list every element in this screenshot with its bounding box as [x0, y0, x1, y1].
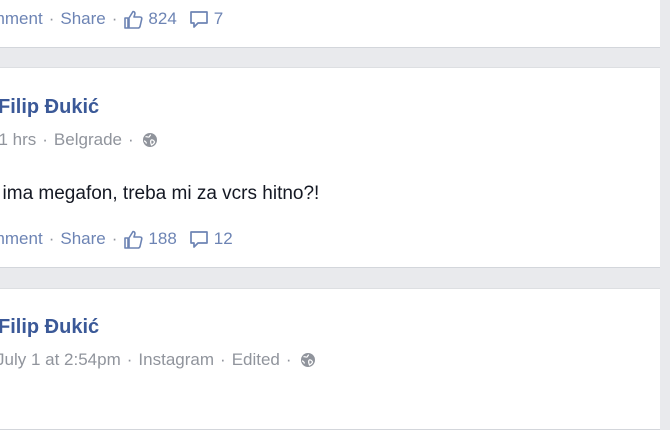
thumbs-up-icon — [124, 230, 143, 249]
separator: · — [126, 350, 133, 369]
comment-bubble-icon — [189, 230, 208, 248]
separator: · — [48, 9, 55, 28]
separator: · — [111, 229, 118, 248]
story-author[interactable]: Filip Đukić — [0, 96, 99, 119]
comment-link[interactable]: Comment — [0, 229, 43, 249]
story-author[interactable]: Filip Đukić — [0, 316, 99, 339]
comment-count-value: 7 — [213, 9, 224, 28]
separator: · — [48, 229, 55, 248]
story-meta: 21 hrs · Belgrade · — [0, 130, 158, 150]
separator: · — [220, 350, 226, 369]
comment-count-value: 12 — [213, 229, 233, 248]
share-link[interactable]: Share — [60, 9, 105, 29]
like-count[interactable]: 188 — [123, 229, 177, 249]
comment-link[interactable]: Comment — [0, 9, 43, 29]
feed-story-2: Filip Đukić 21 hrs · Belgrade · Ko ima m… — [0, 67, 660, 268]
story-actions: Comment · Share · 188 12 — [0, 227, 233, 251]
like-count[interactable]: 824 — [123, 9, 177, 29]
story-timestamp[interactable]: July 1 at 2:54pm — [0, 350, 121, 370]
feed-story-3: Filip Đukić July 1 at 2:54pm · Instagram… — [0, 288, 660, 430]
comment-count[interactable]: 7 — [189, 9, 223, 29]
story-text: Ko ima megafon, treba mi za vcrs hitno?! — [0, 183, 320, 204]
story-actions: Comment · Share · 824 7 — [0, 7, 223, 31]
like-count-value: 188 — [148, 229, 177, 248]
share-link[interactable]: Share — [60, 229, 105, 249]
feed-story-1: Comment · Share · 824 7 — [0, 0, 660, 48]
globe-icon[interactable] — [300, 352, 316, 368]
edited-label[interactable]: Edited — [232, 350, 280, 370]
globe-icon[interactable] — [142, 132, 158, 148]
comment-count[interactable]: 12 — [189, 229, 233, 249]
like-count-value: 824 — [148, 9, 177, 28]
story-source[interactable]: Instagram — [138, 350, 214, 370]
story-location[interactable]: Belgrade — [54, 130, 122, 150]
thumbs-up-icon — [124, 10, 143, 29]
story-timestamp[interactable]: 21 hrs — [0, 130, 36, 150]
separator: · — [111, 9, 118, 28]
comment-bubble-icon — [189, 10, 208, 28]
separator: · — [127, 130, 134, 149]
separator: · — [42, 130, 48, 149]
separator: · — [285, 350, 292, 369]
story-meta: July 1 at 2:54pm · Instagram · Edited · — [0, 350, 316, 370]
